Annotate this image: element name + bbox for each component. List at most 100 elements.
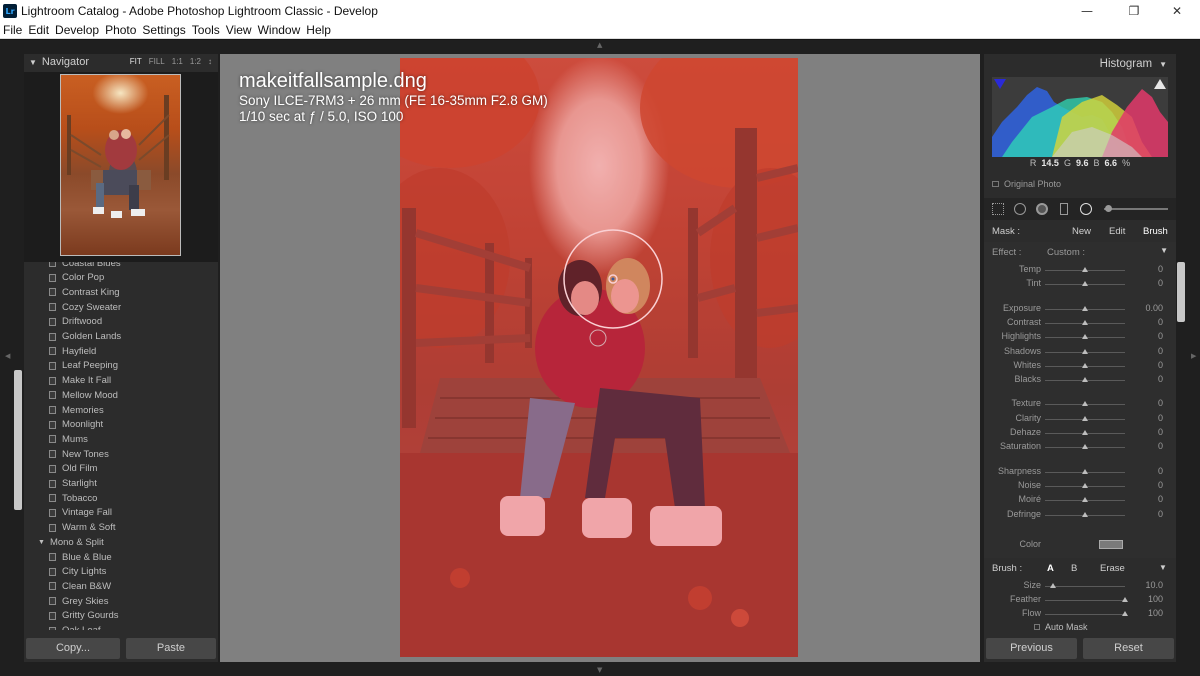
preset-item[interactable]: Mums: [24, 432, 218, 446]
slider-whites[interactable]: Whites 0: [984, 359, 1176, 373]
slider-knob[interactable]: [1082, 511, 1088, 517]
mask-brush-button[interactable]: Brush: [1143, 226, 1168, 237]
graduated-filter-icon[interactable]: [1060, 203, 1068, 215]
previous-button[interactable]: Previous: [986, 637, 1077, 659]
preset-item[interactable]: Oak Leaf: [24, 624, 218, 630]
slider-blacks[interactable]: Blacks 0: [984, 373, 1176, 387]
preset-item[interactable]: Gritty Gourds: [24, 609, 218, 623]
preset-item[interactable]: Tobacco: [24, 491, 218, 505]
slider-dehaze[interactable]: Dehaze 0: [984, 426, 1176, 440]
slider-contrast[interactable]: Contrast 0: [984, 316, 1176, 330]
photo[interactable]: [400, 58, 798, 657]
maximize-icon[interactable]: ❐: [1113, 0, 1155, 22]
slider-tint[interactable]: Tint 0: [984, 277, 1176, 291]
minimize-icon[interactable]: —: [1066, 0, 1108, 22]
slider-knob[interactable]: [1082, 362, 1088, 368]
slider-value[interactable]: 100: [1148, 608, 1163, 618]
zoom-option-fill[interactable]: FILL: [149, 57, 165, 66]
slider-knob[interactable]: [1082, 377, 1088, 383]
slider-knob[interactable]: [1050, 583, 1056, 588]
effect-collapse-icon[interactable]: ▼: [1160, 246, 1168, 255]
slider-knob[interactable]: [1082, 401, 1088, 407]
slider-value[interactable]: 0: [1158, 278, 1163, 288]
preset-group[interactable]: ▼ Mono & Split: [24, 535, 218, 549]
brush-slider-track[interactable]: [1104, 208, 1168, 210]
preset-item[interactable]: Leaf Peeping: [24, 359, 218, 373]
slider-knob[interactable]: [1122, 611, 1128, 617]
slider-value[interactable]: 0: [1158, 374, 1163, 384]
preset-item[interactable]: City Lights: [24, 565, 218, 579]
slider-knob[interactable]: [1082, 319, 1088, 325]
brush-erase-button[interactable]: Erase: [1100, 563, 1125, 574]
slider-knob[interactable]: [1122, 597, 1128, 603]
slider-knob[interactable]: [1082, 267, 1088, 272]
collapse-triangle-icon[interactable]: ▼: [29, 58, 37, 67]
histogram-header[interactable]: Histogram ▼: [984, 54, 1176, 74]
slider-knob[interactable]: [1082, 305, 1088, 311]
zoom-option-fit[interactable]: FIT: [130, 57, 142, 66]
slider-knob[interactable]: [1082, 430, 1088, 435]
menu-help[interactable]: Help: [303, 23, 334, 37]
right-panel-toggle-icon[interactable]: ▶: [1191, 352, 1196, 360]
preset-item[interactable]: Memories: [24, 403, 218, 417]
slider-moir[interactable]: Moiré 0: [984, 493, 1176, 507]
slider-value[interactable]: 0: [1158, 398, 1163, 408]
effect-preset-select[interactable]: Custom :: [1047, 247, 1085, 258]
preset-item[interactable]: Starlight: [24, 477, 218, 491]
left-panel-toggle-icon[interactable]: ◀: [5, 352, 10, 360]
preset-item[interactable]: Hayfield: [24, 344, 218, 358]
slider-value[interactable]: 0: [1158, 509, 1163, 519]
slider-value[interactable]: 0: [1158, 413, 1163, 423]
preset-item[interactable]: Contrast King: [24, 285, 218, 299]
preset-item[interactable]: New Tones: [24, 447, 218, 461]
slider-value[interactable]: 0: [1158, 441, 1163, 451]
menu-file[interactable]: File: [0, 23, 25, 37]
collapse-triangle-icon[interactable]: ▼: [1159, 60, 1167, 69]
mask-new-button[interactable]: New: [1072, 226, 1091, 237]
navigator-thumbnail[interactable]: [60, 74, 181, 256]
slider-value[interactable]: 0: [1158, 346, 1163, 356]
zoom-more-icon[interactable]: ↕: [208, 57, 212, 66]
preset-item[interactable]: Make It Fall: [24, 374, 218, 388]
radial-filter-icon[interactable]: [1080, 203, 1092, 215]
zoom-option-1-2[interactable]: 1:2: [190, 57, 201, 66]
slider-value[interactable]: 0: [1158, 317, 1163, 327]
copy-button[interactable]: Copy...: [26, 637, 120, 659]
preset-item[interactable]: Warm & Soft: [24, 521, 218, 535]
left-panel-scrollbar[interactable]: [14, 370, 22, 510]
menu-edit[interactable]: Edit: [25, 23, 52, 37]
preset-item[interactable]: Old Film: [24, 462, 218, 476]
navigator-preview[interactable]: [24, 72, 218, 262]
menu-develop[interactable]: Develop: [52, 23, 102, 37]
slider-shadows[interactable]: Shadows 0: [984, 345, 1176, 359]
slider-value[interactable]: 0: [1158, 494, 1163, 504]
slider-value[interactable]: 0: [1158, 264, 1163, 274]
slider-saturation[interactable]: Saturation 0: [984, 440, 1176, 454]
slider-value[interactable]: 0.00: [1145, 303, 1163, 313]
slider-value[interactable]: 0: [1158, 480, 1163, 490]
bottom-panel-toggle-icon[interactable]: ▼: [597, 666, 602, 674]
slider-knob[interactable]: [1082, 497, 1088, 503]
auto-mask-toggle[interactable]: Auto Mask: [1034, 622, 1088, 632]
menu-photo[interactable]: Photo: [102, 23, 139, 37]
slider-track[interactable]: [1045, 600, 1125, 602]
mask-edit-button[interactable]: Edit: [1109, 226, 1125, 237]
crop-tool-icon[interactable]: [992, 203, 1004, 215]
checkbox-icon[interactable]: [992, 181, 999, 187]
slider-value[interactable]: 0: [1158, 427, 1163, 437]
spot-removal-icon[interactable]: [1014, 203, 1026, 215]
preset-item[interactable]: Grey Skies: [24, 594, 218, 608]
brush-a-button[interactable]: A: [1047, 563, 1054, 574]
slider-sharpness[interactable]: Sharpness 0: [984, 465, 1176, 479]
checkbox-icon[interactable]: [1034, 624, 1040, 630]
slider-highlights[interactable]: Highlights 0: [984, 330, 1176, 344]
image-canvas[interactable]: makeitfallsample.dng Sony ILCE-7RM3 + 26…: [220, 54, 980, 662]
paste-button[interactable]: Paste: [126, 637, 216, 659]
menu-tools[interactable]: Tools: [189, 23, 223, 37]
preset-item[interactable]: Golden Lands: [24, 330, 218, 344]
brush-slider-knob[interactable]: [1105, 205, 1112, 212]
menu-window[interactable]: Window: [255, 23, 304, 37]
slider-knob[interactable]: [1082, 281, 1088, 287]
reset-button[interactable]: Reset: [1083, 637, 1174, 659]
navigator-header[interactable]: ▼ Navigator FIT FILL 1:1 1:2 ↕: [24, 54, 218, 70]
